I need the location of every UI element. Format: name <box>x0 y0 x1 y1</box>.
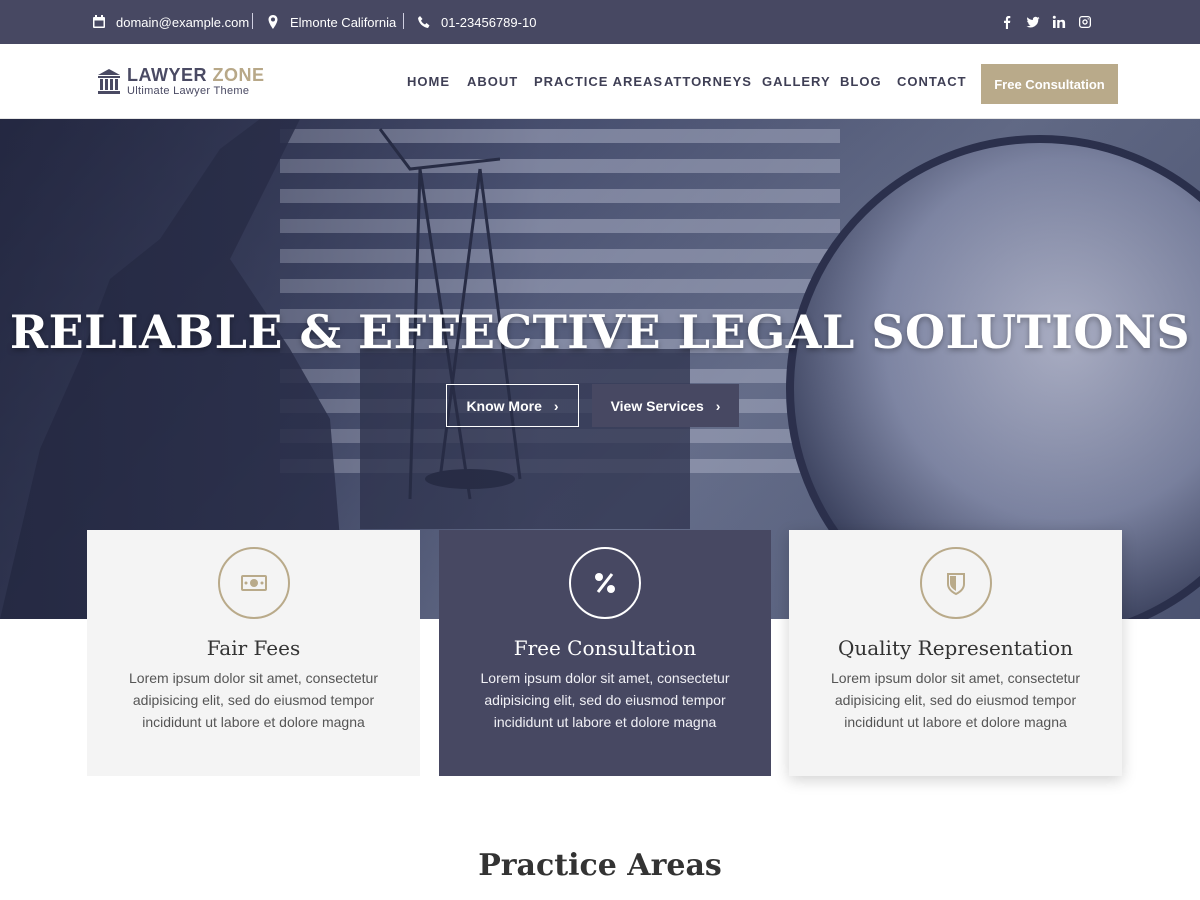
feature-card-quality-representation: Quality Representation Lorem ipsum dolor… <box>789 530 1122 776</box>
site-header: LAWYER ZONE Ultimate Lawyer Theme HOME A… <box>0 44 1200 119</box>
nav-contact[interactable]: CONTACT <box>897 74 967 89</box>
nav-practice-areas[interactable]: PRACTICE AREAS <box>534 74 663 89</box>
hero-title: RELIABLE & EFFECTIVE LEGAL SOLUTIONS <box>9 305 1191 359</box>
linkedin-icon[interactable] <box>1052 15 1066 29</box>
courthouse-icon <box>98 68 120 94</box>
email-text[interactable]: domain@example.com <box>116 15 249 30</box>
card-title: Fair Fees <box>206 636 301 660</box>
top-bar: domain@example.com Elmonte California 01… <box>0 0 1200 44</box>
card-title: Free Consultation <box>513 636 697 660</box>
map-pin-icon <box>268 15 278 29</box>
feature-card-fair-fees: Fair Fees Lorem ipsum dolor sit amet, co… <box>87 530 420 776</box>
logo-word-lawyer: LAWYER <box>127 65 208 85</box>
phone-info[interactable]: 01-23456789-10 <box>417 0 536 44</box>
chevron-right-icon: › <box>553 397 559 414</box>
nav-gallery[interactable]: GALLERY <box>762 74 831 89</box>
card-text: Lorem ipsum dolor sit amet, consectetur … <box>831 670 1080 730</box>
logo-word-zone: ZONE <box>212 65 265 85</box>
feature-card-free-consultation: Free Consultation Lorem ipsum dolor sit … <box>439 530 771 776</box>
phone-icon <box>418 16 430 28</box>
card-text: Lorem ipsum dolor sit amet, consectetur … <box>129 670 378 730</box>
site-logo[interactable]: LAWYER ZONE Ultimate Lawyer Theme <box>97 66 265 97</box>
social-links <box>1000 0 1092 44</box>
email-info[interactable]: domain@example.com <box>92 0 249 44</box>
phone-text[interactable]: 01-23456789-10 <box>441 15 536 30</box>
free-consultation-button[interactable]: Free Consultation <box>981 64 1118 104</box>
logo-title: LAWYER ZONE <box>127 66 265 84</box>
shield-icon <box>919 547 992 619</box>
calendar-icon <box>93 15 105 28</box>
logo-tagline: Ultimate Lawyer Theme <box>127 85 250 97</box>
practice-areas-heading: Practice Areas <box>478 848 722 883</box>
facebook-icon[interactable] <box>1000 15 1014 29</box>
card-text: Lorem ipsum dolor sit amet, consectetur … <box>480 670 730 730</box>
divider <box>403 13 404 29</box>
location-info: Elmonte California <box>266 0 396 44</box>
view-services-button[interactable]: View Services › <box>592 384 739 427</box>
nav-home[interactable]: HOME <box>407 74 450 89</box>
chevron-right-icon: › <box>715 397 721 414</box>
nav-attorneys[interactable]: ATTORNEYS <box>664 74 752 89</box>
nav-about[interactable]: ABOUT <box>467 74 518 89</box>
money-icon <box>217 547 290 619</box>
percent-icon <box>569 547 641 619</box>
card-title: Quality Representation <box>837 636 1074 660</box>
instagram-icon[interactable] <box>1078 15 1092 29</box>
know-more-button[interactable]: Know More › <box>446 384 579 427</box>
nav-blog[interactable]: BLOG <box>840 74 882 89</box>
view-services-label: View Services <box>610 397 704 414</box>
twitter-icon[interactable] <box>1026 15 1040 29</box>
divider <box>252 13 253 29</box>
location-text: Elmonte California <box>290 14 397 30</box>
know-more-label: Know More <box>466 397 542 414</box>
